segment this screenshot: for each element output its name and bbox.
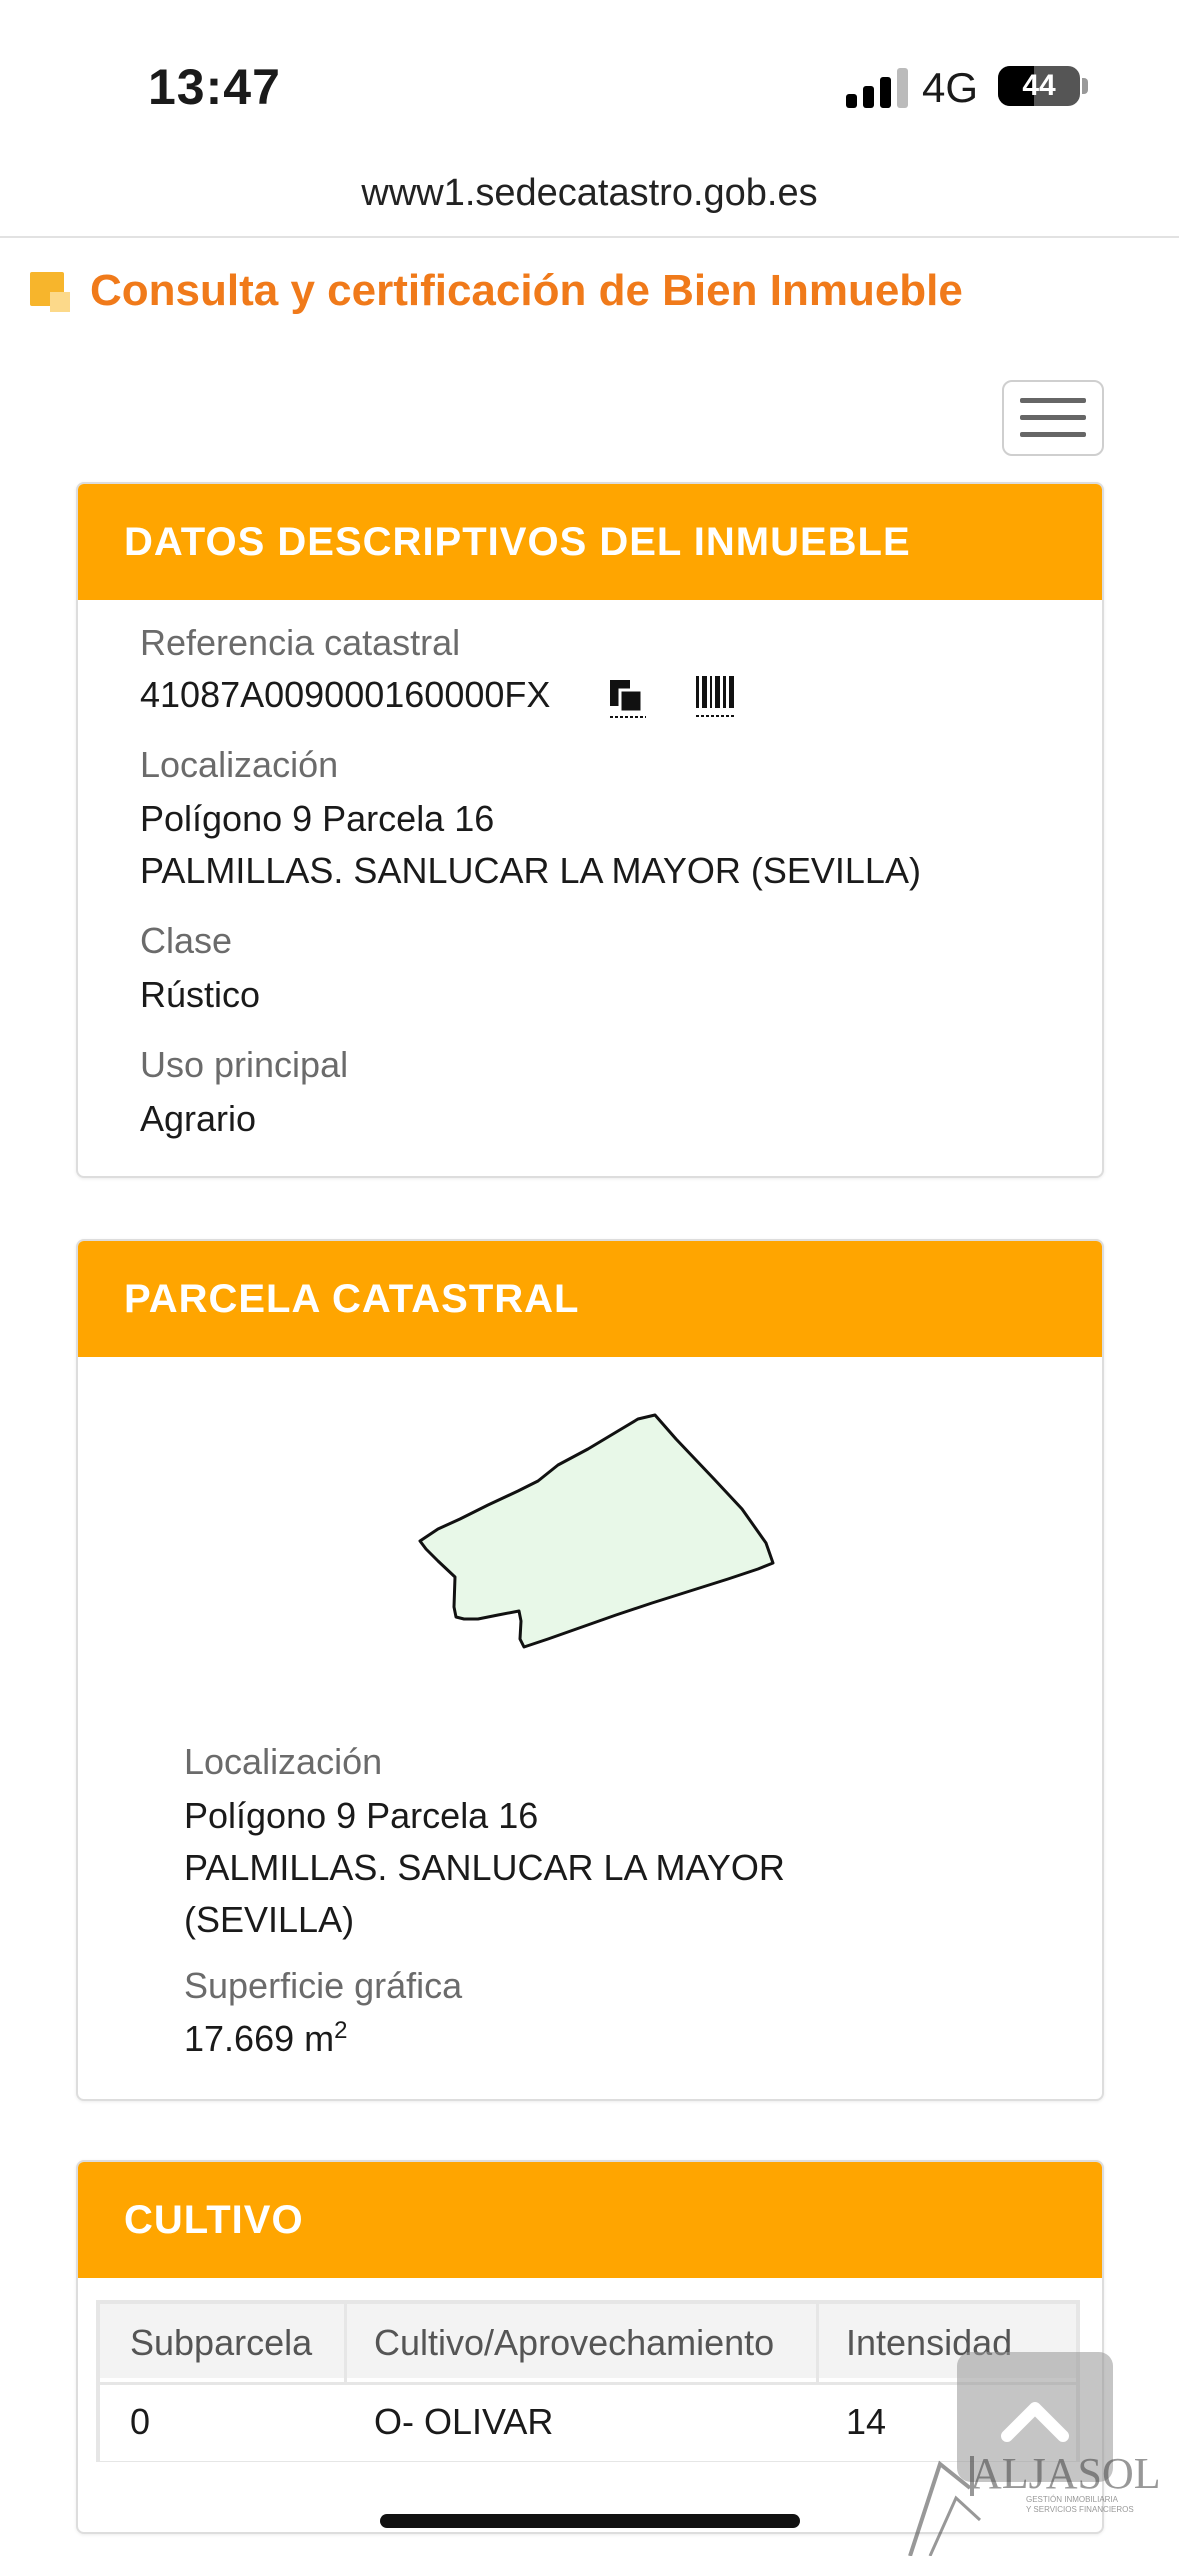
- parcela-localizacion-line2: PALMILLAS. SANLUCAR LA MAYOR: [184, 1847, 785, 1888]
- panel-title: CULTIVO: [78, 2162, 1102, 2278]
- battery-tip: [1082, 78, 1088, 94]
- signal-icon: [846, 66, 910, 108]
- battery-level: 44: [1022, 69, 1056, 102]
- hamburger-menu-button[interactable]: [1002, 380, 1104, 456]
- uso-principal-label: Uso principal: [140, 1044, 349, 1085]
- panel-title: PARCELA CATASTRAL: [78, 1241, 1102, 1357]
- page-title: Consulta y certificación de Bien Inmuebl…: [90, 266, 963, 315]
- superficie-value: 17.669 m2: [184, 2017, 347, 2060]
- superficie-label: Superficie gráfica: [184, 1965, 463, 2006]
- menu-line: [1020, 415, 1086, 420]
- parcela-localizacion-line1: Polígono 9 Parcela 16: [184, 1795, 539, 1836]
- column-header-cultivo: Cultivo/Aprovechamiento: [374, 2322, 775, 2363]
- menu-line: [1020, 432, 1086, 437]
- table-header-row: Subparcela Cultivo/Aprovechamiento Inten…: [100, 2304, 1076, 2378]
- home-indicator[interactable]: [380, 2514, 800, 2528]
- uso-principal-value: Agrario: [140, 1098, 257, 1139]
- superficie-unit-exponent: 2: [334, 2017, 348, 2044]
- panel-datos-descriptivos: DATOS DESCRIPTIVOS DEL INMUEBLE Referenc…: [76, 482, 1104, 1178]
- clase-value: Rústico: [140, 974, 261, 1015]
- aljasol-watermark-logo: ALJASOL GESTIÓN INMOBILIARIA Y SERVICIOS…: [908, 2449, 1161, 2556]
- ref-catastral-label: Referencia catastral: [140, 622, 461, 663]
- battery-icon: 44: [998, 66, 1080, 106]
- copy-icon[interactable]: [608, 678, 648, 720]
- ref-catastral-value: 41087A009000160000FX: [140, 674, 551, 715]
- cell-intensidad: 14: [846, 2401, 887, 2442]
- clase-label: Clase: [140, 920, 233, 961]
- barcode-icon[interactable]: [694, 674, 736, 720]
- parcel-shape: [418, 1413, 775, 1649]
- folder-icon: [30, 272, 70, 312]
- localizacion-line1: Polígono 9 Parcela 16: [140, 798, 495, 839]
- localizacion-label: Localización: [140, 744, 339, 785]
- svg-text:Y SERVICIOS FINANCIEROS: Y SERVICIOS FINANCIEROS: [1026, 2505, 1134, 2514]
- url-divider: [0, 236, 1179, 238]
- watermark-tagline: GESTIÓN INMOBILIARIA: [1026, 2495, 1119, 2504]
- hamburger-menu-icon: [1020, 398, 1086, 403]
- url-bar[interactable]: www1.sedecatastro.gob.es: [0, 172, 1179, 215]
- parcel-map[interactable]: [408, 1401, 858, 1721]
- parcela-localizacion-label: Localización: [184, 1741, 383, 1782]
- watermark-brand: ALJASOL: [970, 2449, 1161, 2498]
- superficie-number: 17.669 m: [184, 2018, 335, 2059]
- cell-cultivo: O- OLIVAR: [374, 2401, 554, 2442]
- parcela-localizacion-line3: (SEVILLA): [184, 1899, 355, 1940]
- page-header: Consulta y certificación de Bien Inmuebl…: [28, 262, 1158, 328]
- status-time: 13:47: [148, 59, 281, 115]
- panel-parcela-catastral: PARCELA CATASTRAL Localización Polígono …: [76, 1239, 1104, 2101]
- column-header-subparcela: Subparcela: [130, 2322, 313, 2363]
- panel-title: DATOS DESCRIPTIVOS DEL INMUEBLE: [78, 484, 1102, 600]
- cell-subparcela: 0: [130, 2401, 151, 2442]
- localizacion-line2: PALMILLAS. SANLUCAR LA MAYOR (SEVILLA): [140, 850, 921, 891]
- network-type: 4G: [922, 64, 979, 111]
- status-bar: 13:47 4G 44: [0, 0, 1179, 150]
